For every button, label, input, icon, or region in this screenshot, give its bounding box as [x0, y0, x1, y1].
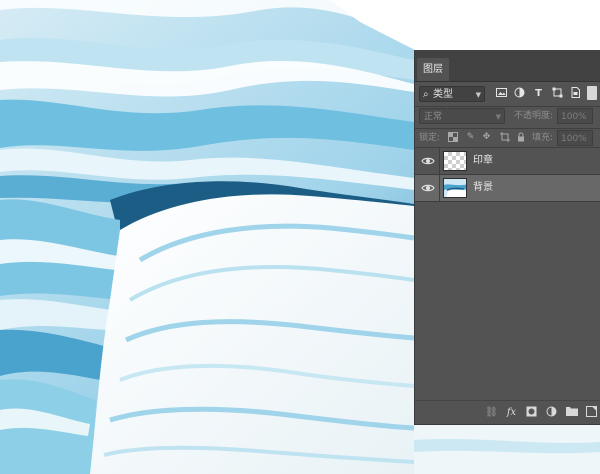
layer-filter-row: ⌕ 类型 ▼ T	[415, 86, 600, 104]
new-layer-icon[interactable]	[585, 406, 598, 419]
filter-type-label: 类型	[433, 89, 453, 100]
shape-filter-icon[interactable]	[551, 87, 564, 100]
fill-label: 填充:	[532, 133, 554, 143]
divider	[415, 128, 600, 129]
layer-name: 印章	[473, 155, 493, 166]
adjustment-filter-icon[interactable]	[513, 87, 526, 100]
lock-fill-row: 锁定: ✎ ✥ 填充: 100%	[415, 130, 600, 146]
blend-opacity-row: 正常 ▼ 不透明度: 100%	[415, 108, 600, 126]
fill-field[interactable]: 100%	[557, 130, 593, 146]
filter-type-select[interactable]: ⌕ 类型 ▼	[419, 86, 485, 102]
layer-row-stamp[interactable]: 印章	[415, 148, 600, 175]
blend-mode-value: 正常	[424, 112, 443, 122]
lock-artboard-icon[interactable]	[499, 132, 510, 143]
eye-visibility-icon[interactable]	[421, 181, 435, 195]
filter-toggle-switch[interactable]	[587, 86, 597, 100]
opacity-label: 不透明度:	[514, 111, 554, 121]
panel-bottom-edge	[414, 424, 600, 425]
image-filter-icon[interactable]	[495, 87, 508, 100]
layers-panel-toolbar: ⛓ fx	[415, 400, 600, 425]
layers-panel: 图层 ⌕ 类型 ▼ T 正常 ▼ 不透明度: 100% 锁定: ✎ ✥ 填充: …	[414, 50, 600, 425]
search-icon: ⌕	[423, 89, 429, 100]
type-filter-icon[interactable]: T	[532, 87, 545, 100]
panel-tab-bar: 图层	[415, 50, 600, 82]
tab-layers[interactable]: 图层	[417, 58, 449, 81]
column-divider	[439, 175, 440, 201]
add-mask-icon[interactable]	[525, 406, 538, 419]
column-divider	[439, 148, 440, 174]
layer-row-background[interactable]: 背景	[415, 175, 600, 202]
lock-transparent-pixels-icon[interactable]	[447, 132, 458, 143]
layer-name: 背景	[473, 182, 493, 193]
blend-mode-select[interactable]: 正常 ▼	[419, 108, 505, 124]
opacity-field[interactable]: 100%	[557, 108, 593, 124]
smart-object-filter-icon[interactable]	[569, 87, 582, 100]
link-layers-icon[interactable]: ⛓	[485, 406, 498, 419]
folder-group-icon[interactable]	[565, 406, 578, 419]
lock-position-icon[interactable]: ✥	[481, 132, 492, 143]
chevron-down-icon: ▼	[475, 91, 481, 99]
layer-thumbnail-transparent	[443, 151, 467, 171]
divider	[415, 106, 600, 107]
layers-list: 印章 背景	[415, 148, 600, 202]
lock-label: 锁定:	[419, 133, 441, 143]
adjustment-layer-icon[interactable]	[545, 406, 558, 419]
chevron-down-icon: ▼	[495, 113, 501, 121]
lock-all-icon[interactable]	[515, 132, 526, 143]
fx-layer-style-icon[interactable]: fx	[505, 406, 518, 419]
lock-image-pixels-icon[interactable]: ✎	[465, 132, 476, 143]
layer-thumbnail-image	[443, 178, 467, 198]
eye-visibility-icon[interactable]	[421, 154, 435, 168]
